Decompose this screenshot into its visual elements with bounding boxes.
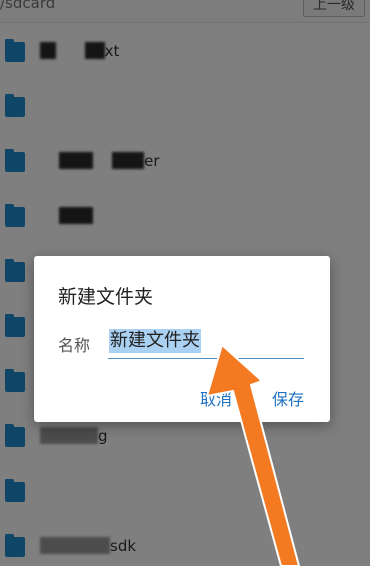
save-button[interactable]: 保存 <box>272 386 304 410</box>
name-label: 名称 <box>58 336 91 355</box>
folder-name-value: 新建文件夹 <box>109 329 201 353</box>
cancel-button[interactable]: 取消 <box>200 386 232 410</box>
dialog-title: 新建文件夹 <box>58 286 154 308</box>
folder-name-input[interactable]: 新建文件夹 <box>108 326 304 359</box>
new-folder-dialog: 新建文件夹 名称 新建文件夹 取消 保存 <box>34 256 330 422</box>
